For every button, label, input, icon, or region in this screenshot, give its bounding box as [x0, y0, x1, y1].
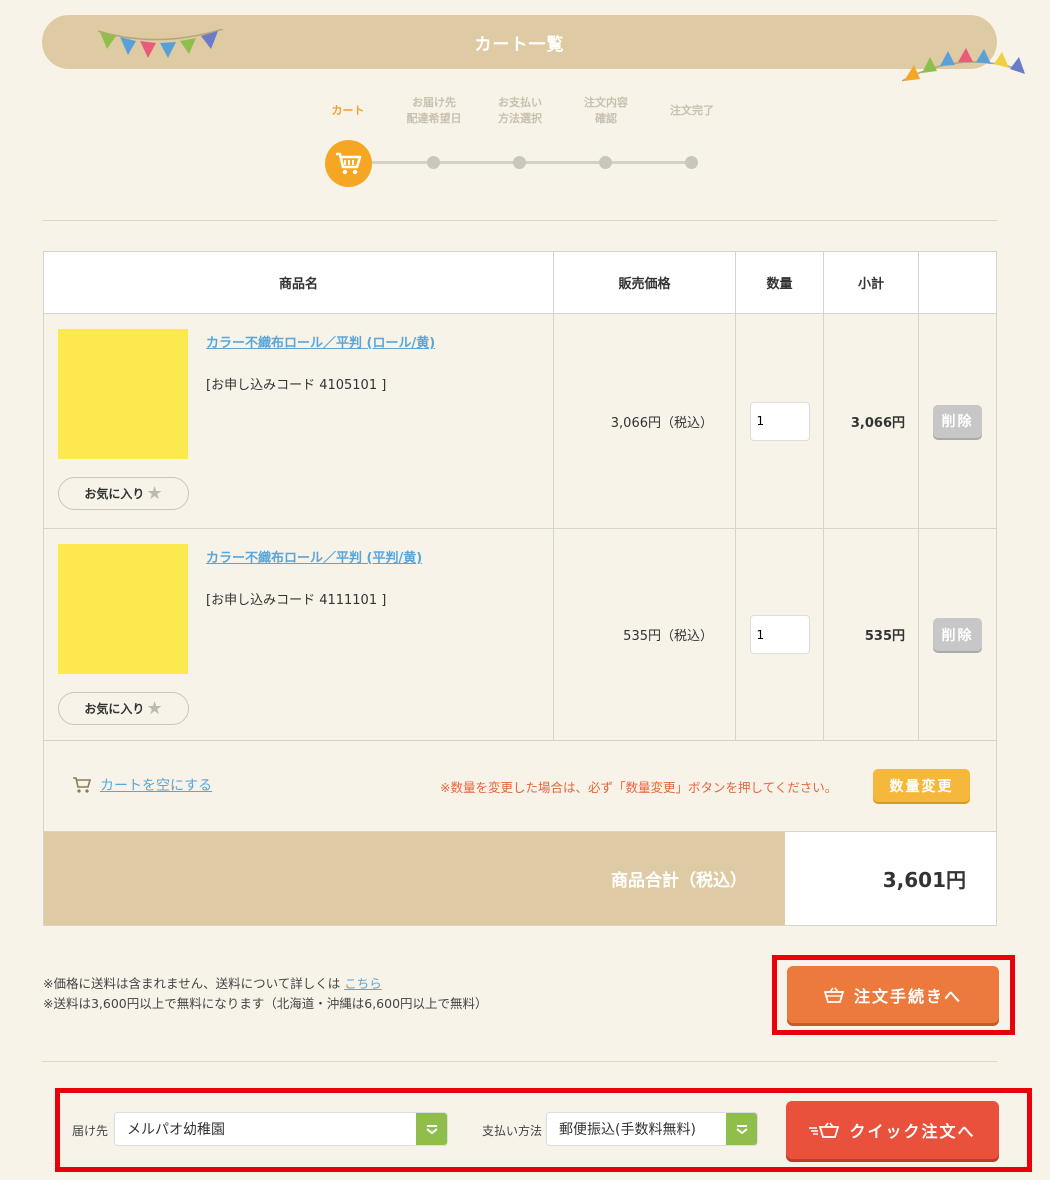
delete-button[interactable]: 削除 [933, 404, 982, 438]
qty-change-button[interactable]: 数量変更 [873, 769, 970, 802]
favorite-button[interactable]: お気に入り ★ [58, 692, 189, 725]
page-title: カート一覧 [474, 34, 565, 55]
shipping-info-link[interactable]: こちら [344, 976, 382, 991]
divider [42, 1061, 997, 1062]
table-row: カラー不織布ロール／平判 (ロール/黄) [お申し込みコード 4105101 ]… [44, 314, 996, 529]
shipping-note-1: ※価格に送料は含まれません、送料について詳しくは こちら [43, 974, 488, 994]
product-cell: カラー不織布ロール／平判 (ロール/黄) [お申し込みコード 4105101 ]… [44, 314, 554, 528]
payment-method-select[interactable]: 郵便振込(手数料無料) [546, 1112, 758, 1146]
fast-basket-icon [809, 1122, 840, 1138]
empty-cart-link[interactable]: カートを空にする [72, 775, 212, 795]
unit-price: 3,066円（税込） [554, 314, 736, 528]
favorite-button[interactable]: お気に入り ★ [58, 477, 189, 510]
product-link[interactable]: カラー不織布ロール／平判 (平判/黄) [206, 547, 422, 566]
qty-cell [736, 314, 824, 528]
line-subtotal: 535円 [824, 529, 919, 740]
payment-method-value: 郵便振込(手数料無料) [559, 1122, 696, 1138]
step-dot [599, 156, 612, 169]
proceed-label: 注文手続きへ [853, 986, 962, 1006]
total-row: 商品合計（税込） 3,601円 [44, 832, 996, 925]
star-icon: ★ [146, 482, 163, 504]
step-payment-label: お支払い 方法選択 [498, 96, 542, 125]
delete-cell: 削除 [919, 314, 996, 528]
quick-order-bar: 届け先 メルパオ幼稚園 支払い方法 郵便振込(手数料無料) クイック注文へ [62, 1095, 1022, 1165]
qty-cell [736, 529, 824, 740]
step-dot [427, 156, 440, 169]
cart-actions: カートを空にする ※数量を変更した場合は、必ず「数量変更」ボタンを押してください… [44, 741, 996, 832]
quick-order-label: クイック注文へ [849, 1122, 976, 1141]
product-code: [お申し込みコード 4111101 ] [206, 593, 387, 608]
cart-table: 商品名 販売価格 数量 小計 カラー不織布ロール／平判 (ロール/黄) [お申し… [43, 251, 997, 926]
quick-order-button[interactable]: クイック注文へ [786, 1101, 999, 1159]
product-cell: カラー不織布ロール／平判 (平判/黄) [お申し込みコード 4111101 ] … [44, 529, 554, 740]
favorite-label: お気に入り [84, 487, 145, 501]
total-value: 3,601円 [785, 832, 996, 925]
destination-select[interactable]: メルパオ幼稚園 [114, 1112, 448, 1146]
col-header-subtotal: 小計 [824, 252, 919, 313]
delete-button[interactable]: 削除 [933, 618, 982, 651]
bunting-decoration-right [902, 48, 1025, 82]
destination-value: メルパオ幼稚園 [127, 1122, 225, 1138]
product-code: [お申し込みコード 4105101 ] [206, 378, 387, 393]
page-header-banner: カート一覧 [42, 15, 1025, 82]
table-header: 商品名 販売価格 数量 小計 [44, 252, 996, 314]
step-cart-label: カート [331, 104, 365, 117]
chevron-down-icon [726, 1113, 757, 1145]
step-complete-label: 注文完了 [670, 104, 714, 117]
star-icon: ★ [146, 697, 163, 719]
proceed-to-checkout-button[interactable]: 注文手続きへ [787, 966, 999, 1023]
step-dot [685, 156, 698, 169]
basket-icon [823, 987, 844, 1003]
col-header-actions [919, 252, 996, 313]
destination-label: 届け先 [72, 1124, 109, 1138]
step-dot [513, 156, 526, 169]
total-label: 商品合計（税込） [44, 832, 785, 925]
col-header-qty: 数量 [736, 252, 824, 313]
product-thumbnail[interactable] [58, 544, 188, 674]
product-link[interactable]: カラー不織布ロール／平判 (ロール/黄) [206, 332, 435, 351]
table-row: カラー不織布ロール／平判 (平判/黄) [お申し込みコード 4111101 ] … [44, 529, 996, 741]
shipping-note-2: ※送料は3,600円以上で無料になります（北海道・沖縄は6,600円以上で無料） [43, 996, 488, 1011]
col-header-name: 商品名 [44, 252, 554, 313]
cart-icon [73, 777, 92, 793]
divider [42, 220, 997, 221]
checkout-progress: カート お届け先 配達希望日 お支払い 方法選択 注文内容 確認 注文完了 [320, 95, 740, 195]
product-thumbnail[interactable] [58, 329, 188, 459]
shipping-notes: ※価格に送料は含まれません、送料について詳しくは こちら ※送料は3,600円以… [43, 974, 488, 1014]
shipping-note-text: ※価格に送料は含まれません、送料について詳しくは [43, 976, 345, 991]
favorite-label: お気に入り [84, 702, 145, 716]
step-delivery-label: お届け先 配達希望日 [406, 96, 462, 125]
delete-cell: 削除 [919, 529, 996, 740]
payment-label: 支払い方法 [482, 1124, 543, 1138]
unit-price: 535円（税込） [554, 529, 736, 740]
bunting-decoration [98, 29, 224, 58]
chevron-down-icon [416, 1113, 447, 1145]
line-subtotal: 3,066円 [824, 314, 919, 528]
quantity-input[interactable] [749, 401, 810, 441]
step-confirm-label: 注文内容 確認 [584, 96, 628, 125]
empty-cart-label[interactable]: カートを空にする [100, 775, 212, 795]
qty-change-notice: ※数量を変更した場合は、必ず「数量変更」ボタンを押してください。 [440, 780, 838, 795]
quantity-input[interactable] [749, 615, 810, 654]
col-header-price: 販売価格 [554, 252, 736, 313]
cart-icon [335, 152, 361, 174]
cart-step-icon [325, 140, 372, 187]
